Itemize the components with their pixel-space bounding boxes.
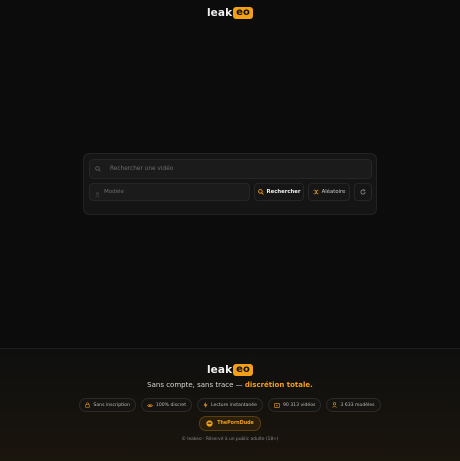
logo-text: leak	[206, 7, 233, 19]
copyright: © leakeo · Réservé à un public adulte (1…	[181, 437, 279, 442]
footer-logo-text: leak	[206, 364, 233, 376]
model-placeholder: Modèle	[104, 189, 124, 195]
user-icon	[332, 402, 338, 408]
stat-label: 3 633 modèles	[340, 402, 375, 408]
stat-label: Sans inscription	[93, 402, 130, 408]
partner-label: ThePornDude	[217, 421, 254, 426]
search-button-label: Rechercher	[266, 189, 301, 195]
shuffle-icon	[313, 189, 319, 195]
reset-button[interactable]	[354, 183, 372, 201]
model-input[interactable]: Modèle	[89, 183, 250, 201]
tagline: Sans compte, sans trace — discrétion tot…	[0, 381, 460, 389]
search-panel: Rechercher une vidéo Modèle Rechercher A…	[83, 153, 377, 215]
partner-logo-icon	[206, 420, 213, 427]
partner-link[interactable]: ThePornDude	[199, 416, 261, 431]
logo[interactable]: leak eo	[206, 7, 254, 19]
footer: leak eo Sans compte, sans trace — discré…	[0, 348, 460, 461]
refresh-icon	[360, 189, 366, 195]
random-button-label: Aléatoire	[321, 189, 346, 195]
footer-logo-badge: eo	[233, 364, 254, 376]
tagline-text: Sans compte, sans trace —	[147, 381, 245, 389]
stat-chip: 3 633 modèles	[326, 398, 381, 412]
stat-label: Lecture instantanée	[211, 402, 257, 408]
search-controls: Modèle Rechercher Aléatoire	[89, 183, 372, 201]
header: leak eo	[0, 0, 460, 26]
footer-logo[interactable]: leak eo	[206, 364, 254, 376]
stat-chip: Lecture instantanée	[197, 398, 263, 412]
search-button[interactable]: Rechercher	[254, 183, 304, 201]
tagline-accent: discrétion totale.	[244, 381, 313, 389]
search-icon	[257, 189, 264, 195]
eye-icon	[147, 403, 153, 407]
stats-row: Sans inscription 100% discret Lecture in…	[0, 398, 460, 412]
lightning-icon	[203, 402, 208, 408]
logo-badge: eo	[233, 7, 254, 19]
search-icon	[95, 164, 105, 174]
stat-chip: Sans inscription	[79, 398, 136, 412]
lock-icon	[85, 402, 90, 408]
user-icon	[95, 183, 100, 202]
stat-chip: 100% discret	[140, 398, 193, 412]
stat-label: 90 313 vidéos	[282, 402, 316, 408]
video-search-placeholder: Rechercher une vidéo	[110, 166, 174, 172]
video-icon	[273, 402, 280, 408]
stat-chip: 90 313 vidéos	[267, 398, 322, 412]
video-search-input[interactable]: Rechercher une vidéo	[89, 159, 372, 179]
random-button[interactable]: Aléatoire	[308, 183, 350, 201]
stat-label: 100% discret	[155, 402, 187, 408]
